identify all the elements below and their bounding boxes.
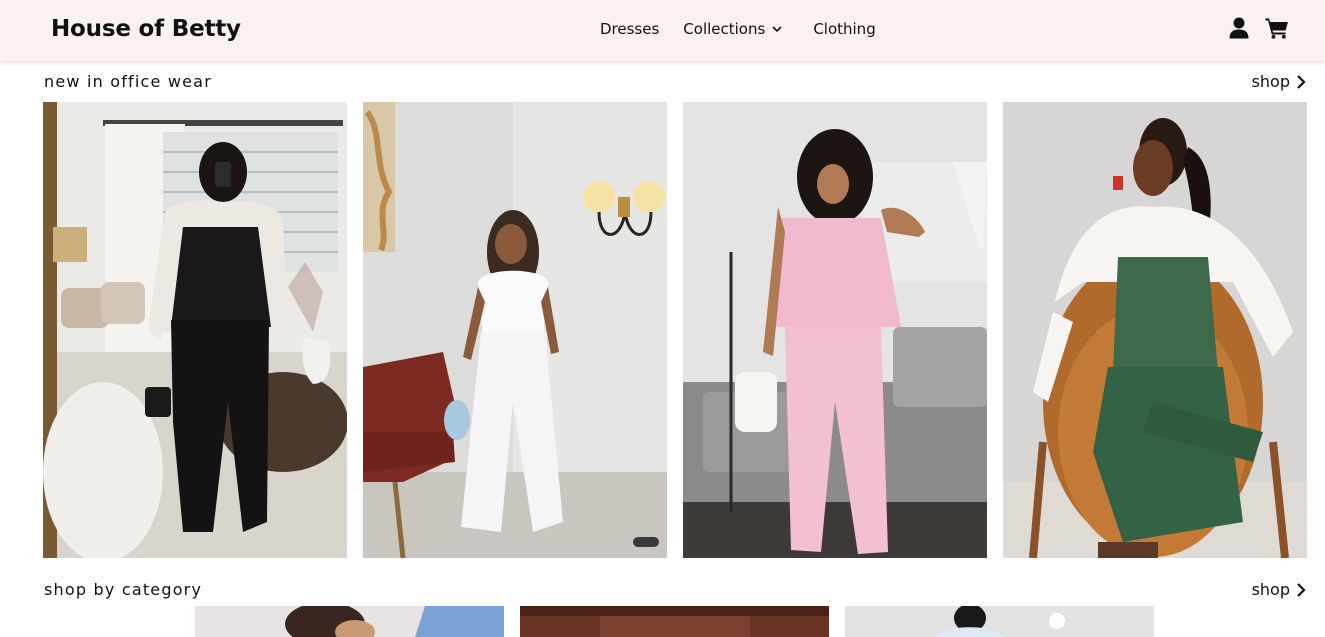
user-icon[interactable] (1229, 17, 1249, 39)
section-category-title: shop by category (44, 580, 203, 599)
nav-dresses[interactable]: Dresses (600, 20, 659, 38)
shop-link-label: shop (1251, 72, 1290, 91)
product-card[interactable] (43, 102, 347, 558)
product-card[interactable] (1003, 102, 1307, 558)
shop-link-label: shop (1251, 580, 1290, 599)
nav-icons (1229, 17, 1289, 39)
new-in-shop-link[interactable]: shop (1252, 72, 1306, 91)
chevron-right-icon (1297, 74, 1306, 89)
category-shop-link[interactable]: shop (1252, 580, 1306, 599)
product-image (363, 102, 667, 558)
product-image (43, 102, 347, 558)
chevron-right-icon (1297, 582, 1306, 597)
category-image (520, 606, 829, 637)
navbar: House of Betty Dresses Collections Cloth… (0, 0, 1325, 61)
category-image (195, 606, 504, 637)
category-image (845, 606, 1154, 637)
section-new-in-header: new in office wear shop (44, 72, 1306, 91)
category-card[interactable] (195, 606, 504, 637)
chevron-down-icon (772, 26, 782, 33)
main-nav: Dresses Collections Clothing (600, 20, 876, 38)
nav-collections[interactable]: Collections (683, 20, 783, 38)
product-card[interactable] (683, 102, 987, 558)
category-card[interactable] (520, 606, 829, 637)
brand-logo[interactable]: House of Betty (51, 16, 241, 42)
nav-collections-label: Collections (683, 20, 766, 38)
category-card[interactable] (845, 606, 1154, 637)
product-image (683, 102, 987, 558)
section-category-header: shop by category shop (44, 580, 1306, 599)
nav-clothing[interactable]: Clothing (813, 20, 875, 38)
section-new-in-title: new in office wear (44, 72, 212, 91)
product-image (1003, 102, 1307, 558)
cart-icon[interactable] (1265, 17, 1289, 39)
product-card[interactable] (363, 102, 667, 558)
